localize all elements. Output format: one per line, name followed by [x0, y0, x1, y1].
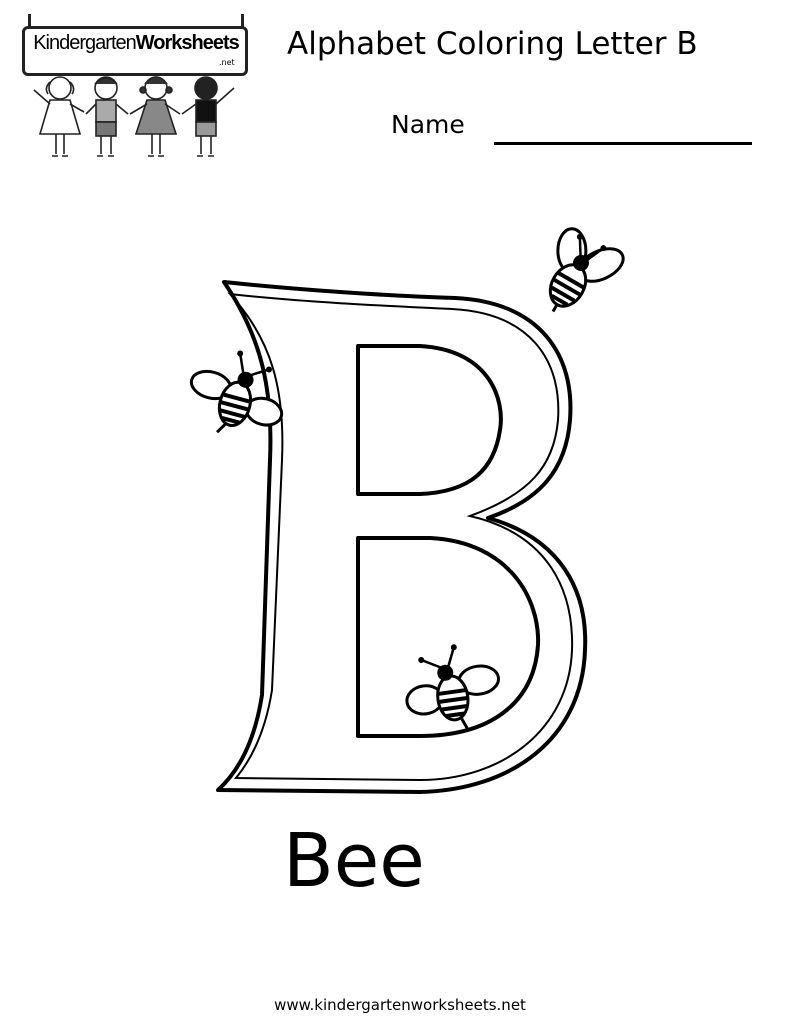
example-word: Bee	[283, 818, 425, 904]
letter-b-outline-icon	[216, 280, 588, 794]
footer-url[interactable]: www.kindergartenworksheets.net	[0, 996, 800, 1014]
bee-icon	[548, 227, 625, 313]
